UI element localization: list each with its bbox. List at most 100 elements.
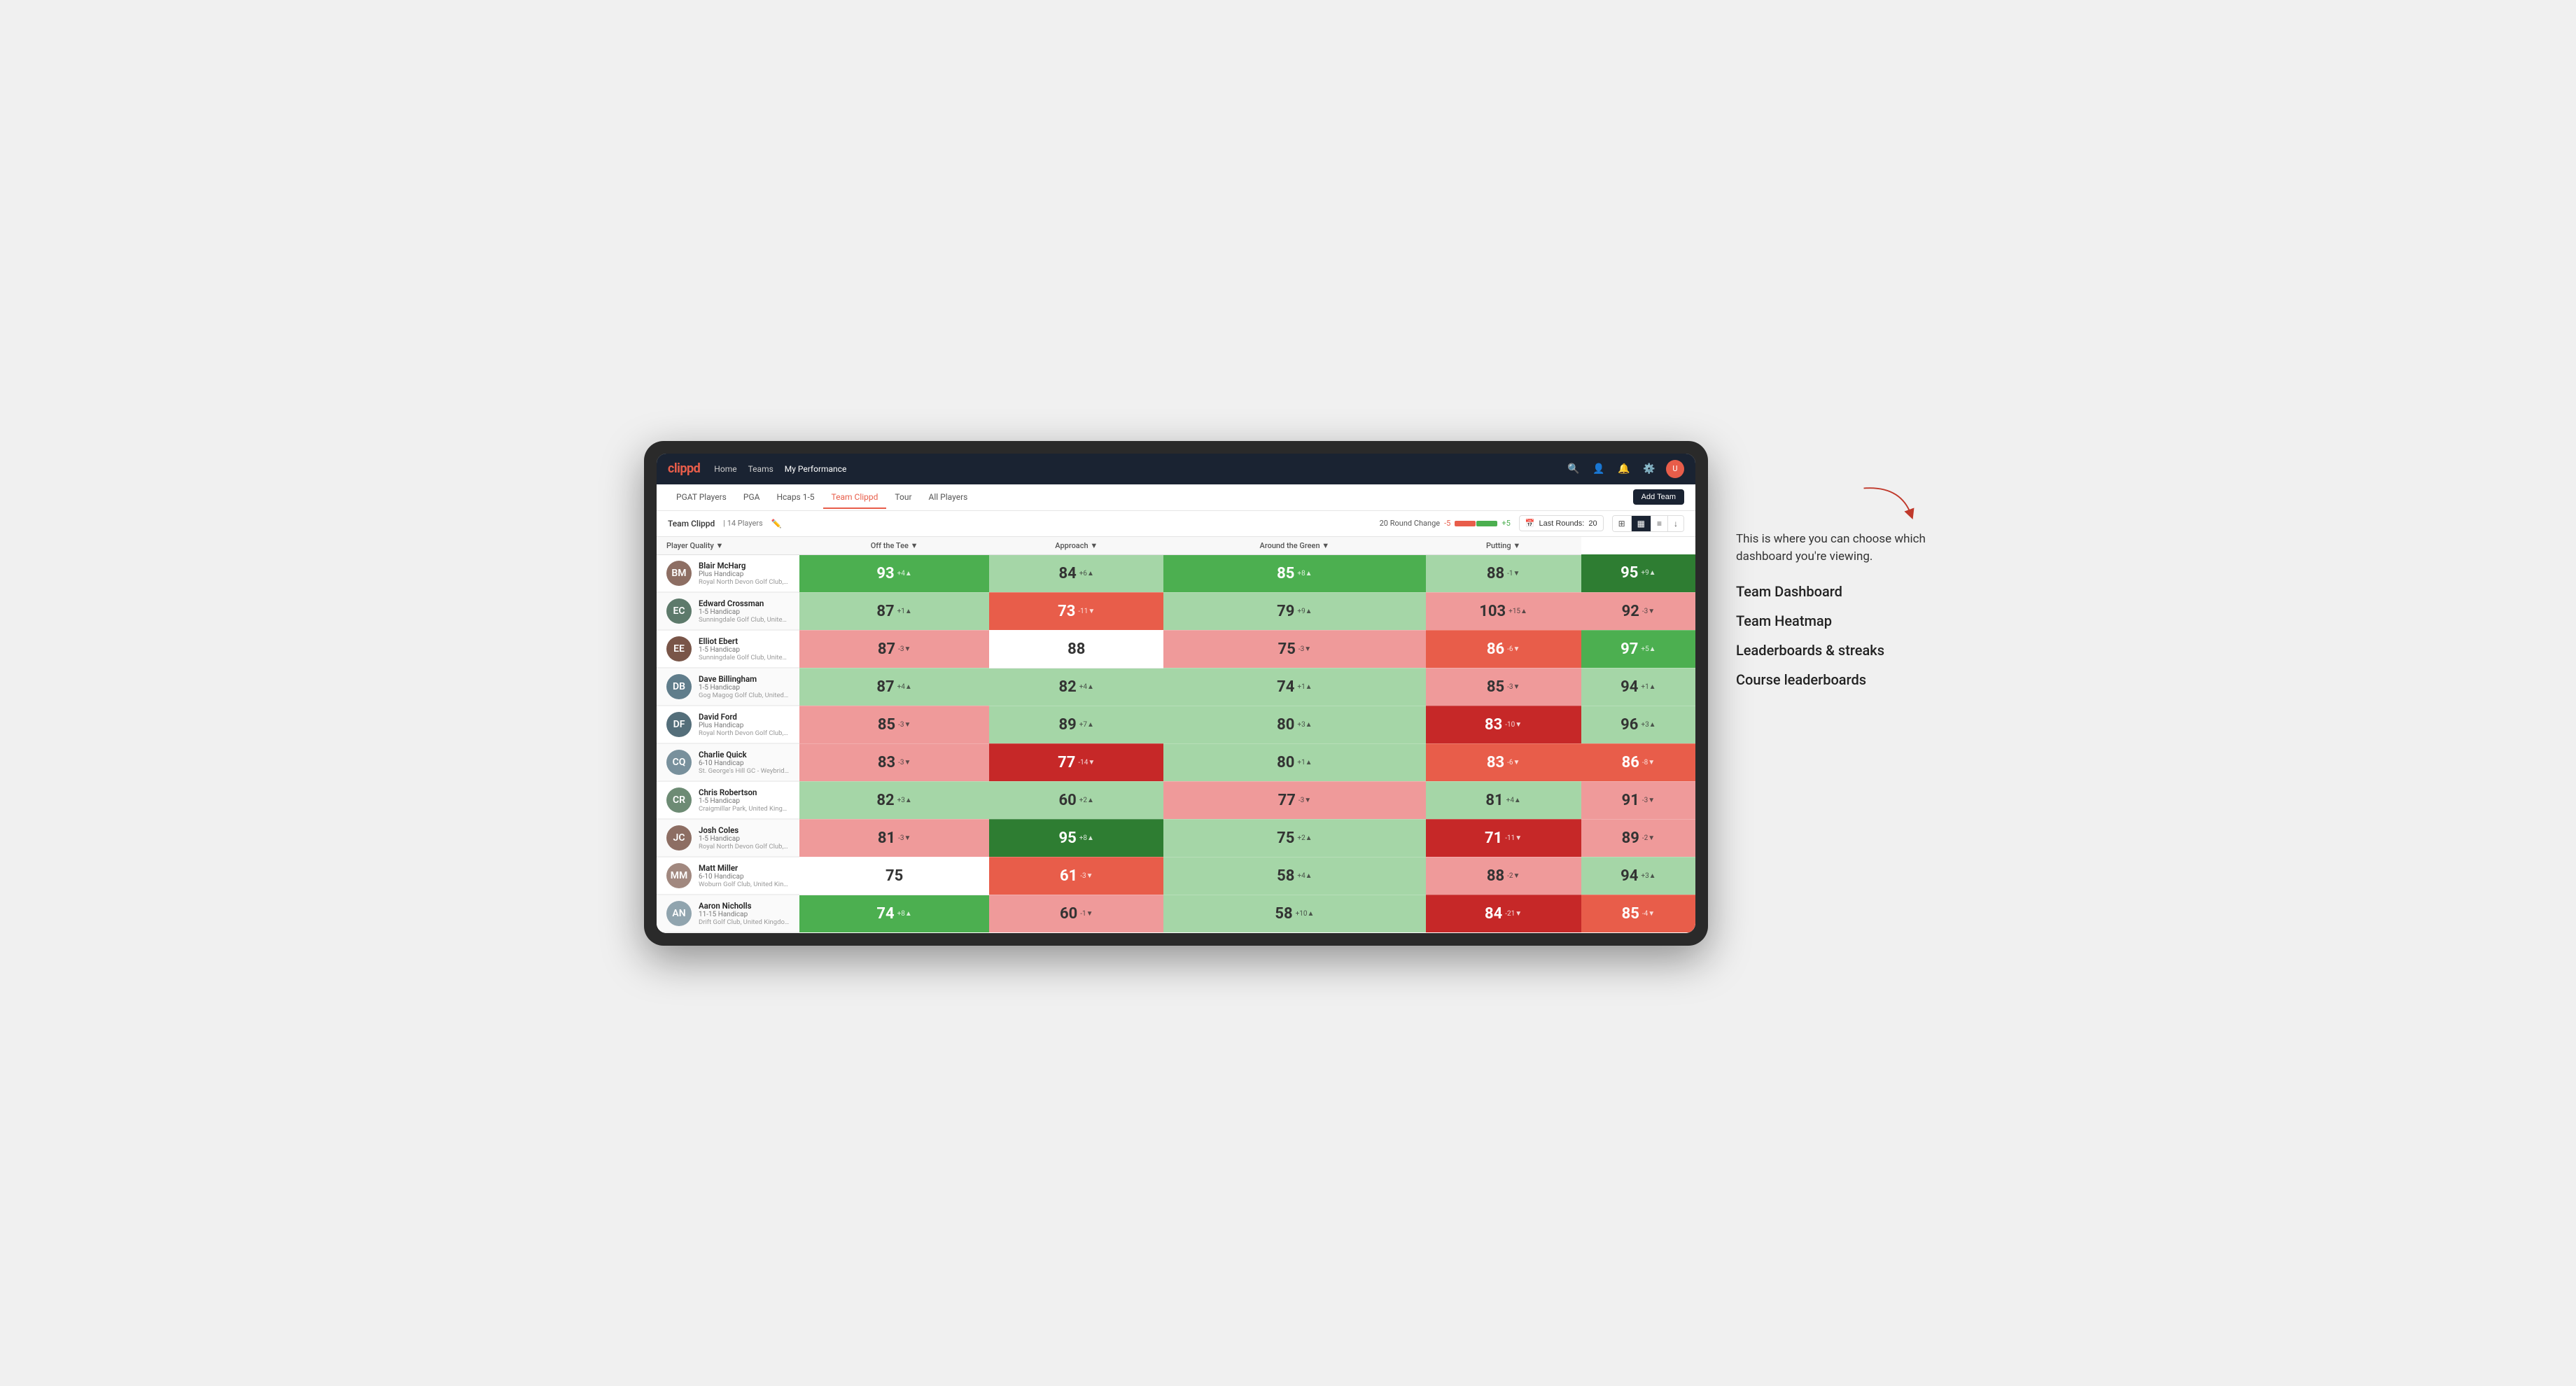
settings-icon[interactable]: ⚙️ [1641,461,1658,477]
col-header-putting[interactable]: Putting ▼ [1426,537,1581,555]
table-body: BM Blair McHarg Plus Handicap Royal Nort… [657,554,1695,932]
score-change: -4▼ [1642,910,1655,918]
sub-nav-team-clippd[interactable]: Team Clippd [823,486,887,509]
player-avatar: MM [666,863,692,888]
sub-nav-hcaps[interactable]: Hcaps 1-5 [768,486,822,509]
score-inner: 85 +8▲ [1163,555,1425,592]
score-value: 81 [1485,792,1503,809]
score-inner: 82 +3▲ [799,782,989,819]
score-approach: 74 +1▲ [1163,668,1425,706]
score-change: -3▼ [898,721,911,729]
score-putting: 95 +9▲ [1581,554,1695,592]
grid-view-button[interactable]: ⊞ [1613,516,1632,531]
player-avatar: DF [666,712,692,737]
score-change: +1▲ [1297,683,1312,691]
arrow-svg [1848,483,1932,525]
score-inner: 75 +2▲ [1163,820,1425,857]
score-playerQuality: 83 -3▼ [799,743,989,781]
player-cell[interactable]: DF David Ford Plus Handicap Royal North … [657,706,799,743]
score-value: 75 [886,867,903,885]
sub-nav-tour[interactable]: Tour [886,486,920,509]
score-change: +1▲ [897,608,912,615]
player-avatar: JC [666,825,692,850]
sub-nav-pga[interactable]: PGA [735,486,769,509]
score-value: 75 [1278,640,1296,658]
player-cell[interactable]: EE Elliot Ebert 1-5 Handicap Sunningdale… [657,631,799,668]
player-info: Blair McHarg Plus Handicap Royal North D… [699,561,790,586]
player-cell[interactable]: DB Dave Billingham 1-5 Handicap Gog Mago… [657,668,799,706]
score-inner: 77 -14▼ [989,744,1163,781]
score-inner: 83 -3▼ [799,744,989,781]
edit-icon[interactable]: ✏️ [771,519,782,528]
score-inner: 94 +3▲ [1581,858,1695,895]
last-rounds-button[interactable]: 📅 Last Rounds: 20 [1519,515,1604,531]
page-wrapper: clippd Home Teams My Performance 🔍 👤 🔔 ⚙… [644,441,1932,946]
player-handicap: 1-5 Handicap [699,608,790,616]
player-table: Player Quality ▼ Off the Tee ▼ Approach … [657,537,1695,933]
score-change: +2▲ [1297,834,1312,842]
score-change: +15▲ [1508,608,1527,615]
score-value: 95 [1059,830,1077,847]
score-inner: 84 +6▲ [989,555,1163,592]
score-value: 84 [1485,905,1502,923]
annotation-arrow [1736,483,1932,525]
player-cell[interactable]: MM Matt Miller 6-10 Handicap Woburn Golf… [657,858,799,895]
player-club: Royal North Devon Golf Club, United King… [699,729,790,737]
sub-nav-all-players[interactable]: All Players [920,486,976,509]
heatmap-view-button[interactable]: ▦ [1632,516,1651,531]
score-change: +4▲ [897,683,912,691]
col-header-around-green[interactable]: Around the Green ▼ [1163,537,1425,555]
player-cell[interactable]: AN Aaron Nicholls 11-15 Handicap Drift G… [657,895,799,932]
nav-icons: 🔍 👤 🔔 ⚙️ U [1565,460,1684,478]
score-value: 77 [1058,754,1075,771]
round-change: 20 Round Change -5 +5 [1380,519,1511,528]
score-inner: 93 +4▲ [799,555,989,592]
score-inner: 82 +4▲ [989,668,1163,706]
player-cell[interactable]: CR Chris Robertson 1-5 Handicap Craigmil… [657,782,799,819]
score-change: +4▲ [1079,683,1094,691]
player-cell[interactable]: CQ Charlie Quick 6-10 Handicap St. Georg… [657,744,799,781]
avatar[interactable]: U [1666,460,1684,478]
score-inner: 83 -10▼ [1426,706,1581,743]
player-cell[interactable]: EC Edward Crossman 1-5 Handicap Sunningd… [657,593,799,630]
score-value: 91 [1622,792,1639,809]
download-button[interactable]: ↓ [1668,516,1684,531]
score-change: -3▼ [1080,872,1093,880]
list-view-button[interactable]: ≡ [1651,516,1668,531]
col-header-off-tee[interactable]: Off the Tee ▼ [799,537,989,555]
score-change: +3▲ [1641,721,1656,729]
player-handicap: Plus Handicap [699,722,790,729]
col-header-approach[interactable]: Approach ▼ [989,537,1163,555]
player-name: Charlie Quick [699,750,790,760]
score-change: -3▼ [1642,797,1655,804]
player-club: Gog Magog Golf Club, United Kingdom [699,692,790,699]
score-change: +3▲ [897,797,912,804]
score-change: +4▲ [1506,797,1521,804]
score-playerQuality: 82 +3▲ [799,781,989,819]
score-value: 88 [1487,565,1504,582]
nav-home[interactable]: Home [714,461,736,477]
score-aroundTheGreen: 71 -11▼ [1426,819,1581,857]
player-avatar: EE [666,636,692,662]
nav-teams[interactable]: Teams [748,461,774,477]
score-putting: 89 -2▼ [1581,819,1695,857]
player-cell[interactable]: JC Josh Coles 1-5 Handicap Royal North D… [657,820,799,857]
search-icon[interactable]: 🔍 [1565,461,1582,477]
player-cell[interactable]: BM Blair McHarg Plus Handicap Royal Nort… [657,555,799,592]
add-team-button[interactable]: Add Team [1633,489,1684,505]
change-bar [1455,521,1497,526]
nav-my-performance[interactable]: My Performance [785,461,847,477]
score-inner: 61 -3▼ [989,858,1163,895]
table-row: CR Chris Robertson 1-5 Handicap Craigmil… [657,781,1695,819]
user-icon[interactable]: 👤 [1590,461,1607,477]
player-club: Royal North Devon Golf Club, United King… [699,843,790,850]
score-value: 82 [876,792,894,809]
bell-icon[interactable]: 🔔 [1616,461,1632,477]
score-approach: 58 +4▲ [1163,857,1425,895]
option-team-heatmap: Team Heatmap [1736,612,1932,629]
player-avatar: BM [666,561,692,586]
sub-nav-pgat[interactable]: PGAT Players [668,486,735,509]
col-header-player[interactable]: Player Quality ▼ [657,537,799,555]
tablet-screen: clippd Home Teams My Performance 🔍 👤 🔔 ⚙… [657,454,1695,933]
score-value: 81 [878,830,895,847]
